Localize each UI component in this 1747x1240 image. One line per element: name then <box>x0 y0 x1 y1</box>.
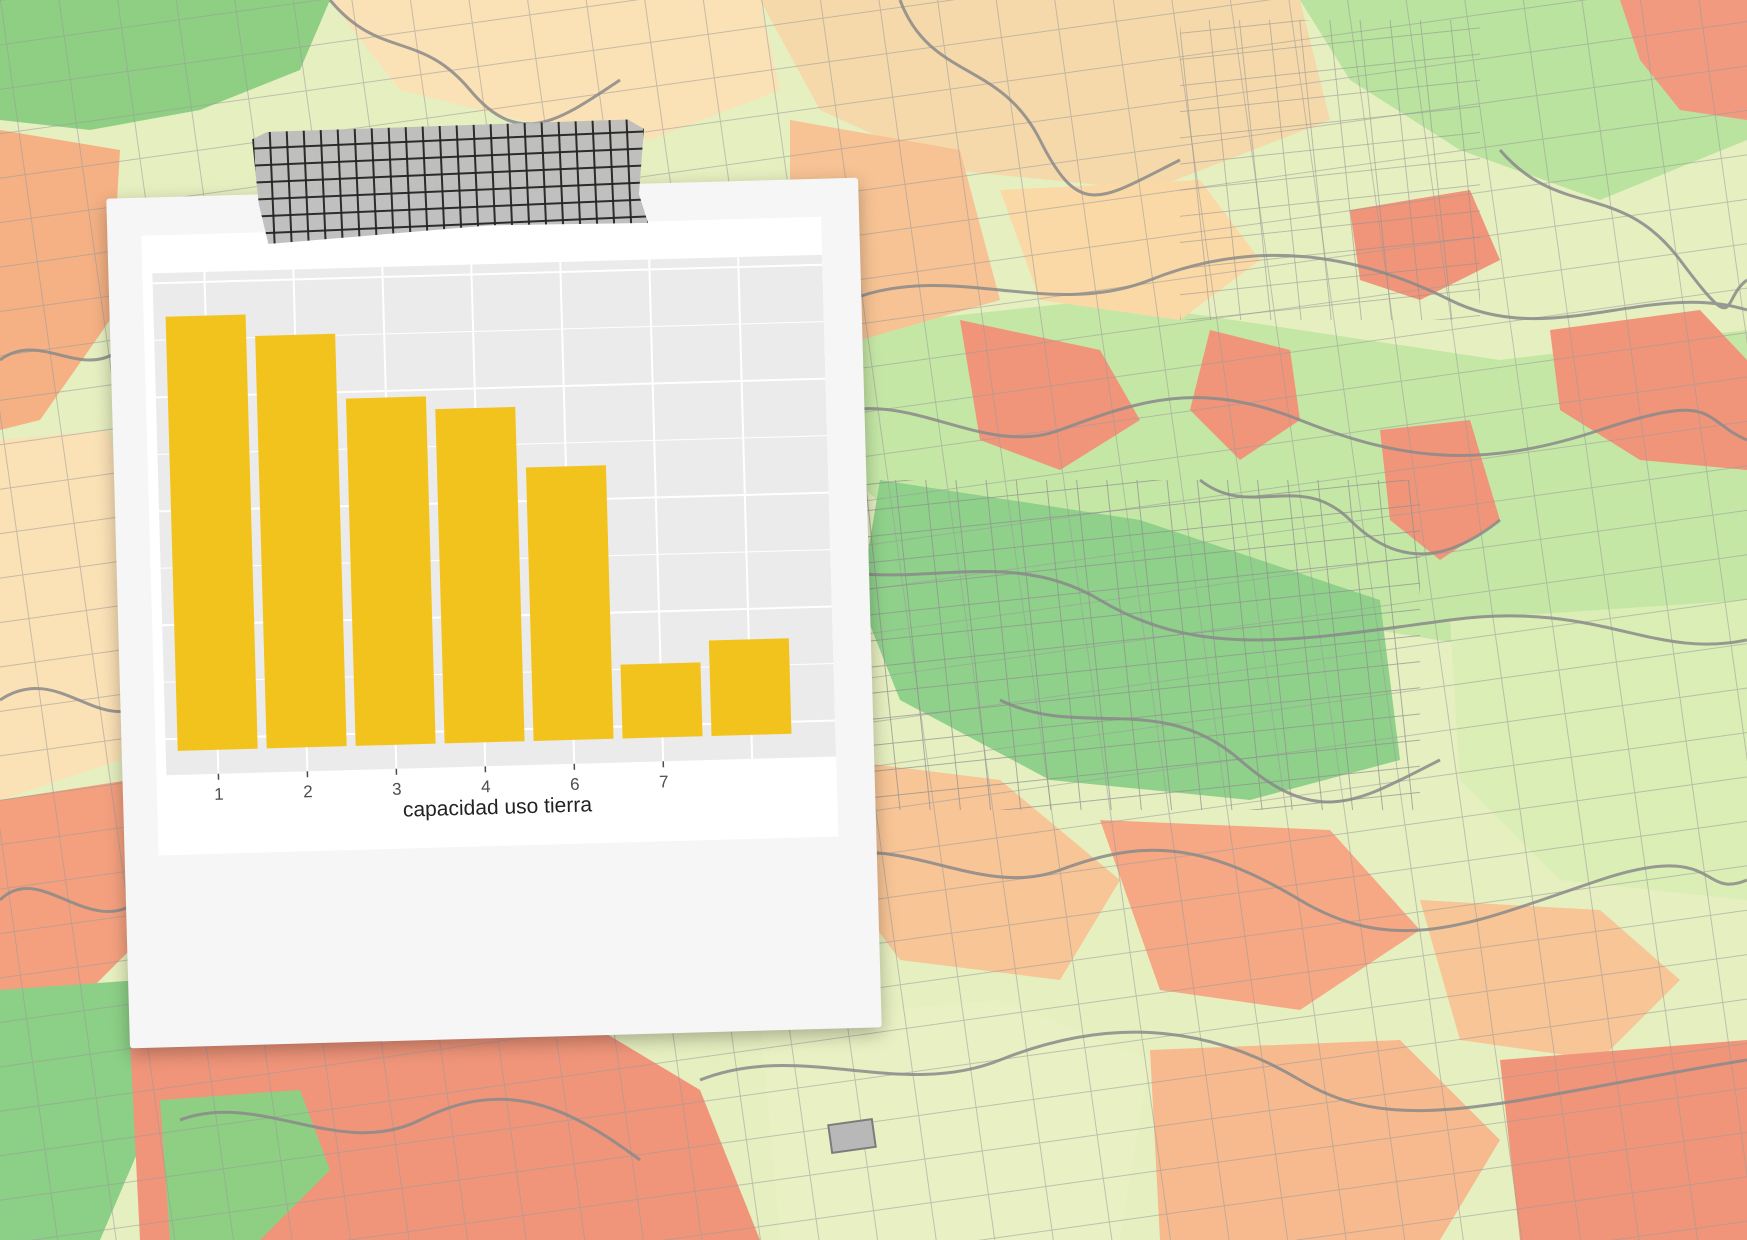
bar-chart: 1 2 3 4 6 7 capacidad uso tierra <box>152 254 837 822</box>
bar-1 <box>165 314 258 751</box>
x-tick-label: 1 <box>214 785 224 804</box>
bar-partial <box>708 638 792 736</box>
x-tick-label: 3 <box>392 780 402 799</box>
bar-2 <box>255 333 347 749</box>
x-axis-title: capacidad uso tierra <box>403 793 593 821</box>
bar-4 <box>435 406 525 744</box>
bar-3 <box>345 396 436 746</box>
x-tick-label: 7 <box>659 772 669 791</box>
bar-7 <box>620 662 703 739</box>
chart-photo: 1 2 3 4 6 7 capacidad uso tierra <box>141 216 839 856</box>
bar-6 <box>525 465 614 741</box>
x-tick-label: 2 <box>303 782 313 801</box>
x-tick-label: 4 <box>481 777 491 796</box>
x-tick-label: 6 <box>570 775 580 794</box>
polaroid-frame: 1 2 3 4 6 7 capacidad uso tierra <box>106 177 882 1049</box>
